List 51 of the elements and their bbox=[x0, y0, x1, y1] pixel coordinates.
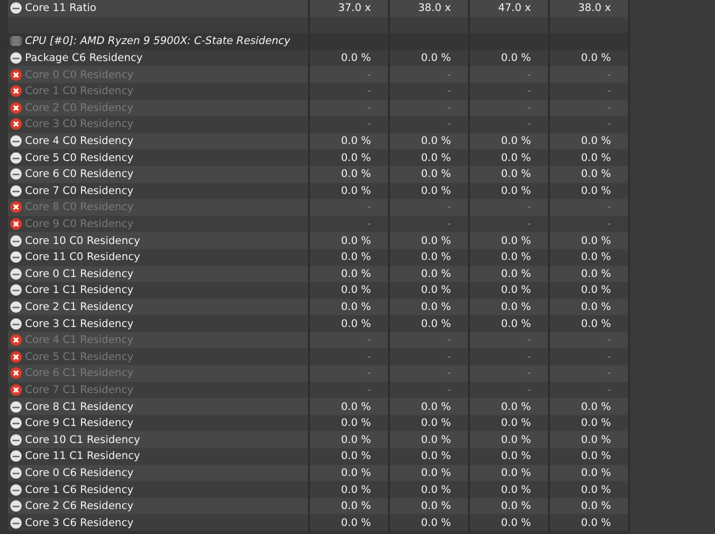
sensor-name: Core 11 Ratio bbox=[25, 2, 96, 14]
sensor-name: Core 11 C0 Residency bbox=[25, 251, 140, 264]
sensor-name: Core 1 C0 Residency bbox=[25, 85, 134, 98]
sensor-name: Core 8 C1 Residency bbox=[25, 400, 134, 413]
sensor-name: Core 2 C6 Residency bbox=[25, 500, 134, 512]
sensor-name: Core 9 C0 Residency bbox=[25, 218, 134, 230]
sensor-row[interactable]: Core 3 C6 Residency 0.0 % 0.0 % 0.0 % 0.0 % bbox=[8, 514, 630, 531]
sensor-row[interactable]: Core 10 C0 Residency 0.0 % 0.0 % 0.0 % 0.0 % bbox=[8, 232, 630, 249]
sensor-row[interactable]: Core 5 C0 Residency 0.0 % 0.0 % 0.0 % 0.0 % bbox=[8, 149, 630, 166]
sensor-name: Core 11 C1 Residency bbox=[25, 450, 140, 462]
sensor-row[interactable]: Core 9 C1 Residency 0.0 % 0.0 % 0.0 % 0.0 % bbox=[8, 414, 630, 432]
value-cell: 0.0 % bbox=[470, 514, 550, 531]
sensor-name: Core 7 C0 Residency bbox=[25, 184, 134, 197]
value-cell: 0.0 % bbox=[550, 514, 630, 531]
sensor-name: Core 2 C1 Residency bbox=[25, 300, 134, 313]
sensor-name: Core 10 C0 Residency bbox=[25, 234, 140, 247]
sensor-row[interactable]: Package C6 Residency 0.0 % 0.0 % 0.0 % 0.0 % bbox=[8, 50, 630, 66]
sensor-row[interactable]: Core 11 Ratio 37.0 x 38.0 x 47.0 x 38.0 x bbox=[8, 0, 630, 17]
sensor-name: Package C6 Residency bbox=[25, 52, 143, 64]
sensor-name: Core 9 C1 Residency bbox=[25, 417, 134, 430]
group-heading: CPU [#0]: AMD Ryzen 9 5900X: C-State Residency bbox=[25, 35, 290, 48]
sensor-row[interactable]: Core 1 C6 Residency 0.0 % 0.0 % 0.0 % 0.0 % bbox=[8, 481, 630, 498]
sensor-name: Core 1 C1 Residency bbox=[25, 284, 134, 296]
sensor-name: Core 0 C1 Residency bbox=[25, 268, 134, 280]
sensor-name: Core 3 C1 Residency bbox=[25, 318, 134, 330]
sensor-row[interactable]: Core 7 C0 Residency 0.0 % 0.0 % 0.0 % 0.0 % bbox=[8, 182, 630, 200]
value-cell: 0.0 % bbox=[390, 514, 470, 531]
sensor-row[interactable]: Core 10 C1 Residency 0.0 % 0.0 % 0.0 % 0.0 % bbox=[8, 431, 630, 448]
sensor-name: Core 3 C0 Residency bbox=[25, 118, 134, 130]
sensor-row[interactable]: Core 0 C6 Residency 0.0 % 0.0 % 0.0 % 0.0 % bbox=[8, 464, 630, 482]
sensor-row[interactable]: Core 4 C0 Residency 0.0 % 0.0 % 0.0 % 0.0 % bbox=[8, 132, 630, 150]
sensor-name: Core 4 C0 Residency bbox=[25, 135, 134, 148]
sensor-row[interactable]: Core 1 C1 Residency 0.0 % 0.0 % 0.0 % 0.0 % bbox=[8, 282, 630, 299]
value-cell: 0.0 % bbox=[310, 514, 390, 531]
sensor-row[interactable]: Core 2 C6 Residency 0.0 % 0.0 % 0.0 % 0.0 % bbox=[8, 498, 630, 514]
sensor-row[interactable]: Core 0 C1 Residency 0.0 % 0.0 % 0.0 % 0.0 % bbox=[8, 266, 630, 282]
sensor-row[interactable]: Core 8 C1 Residency 0.0 % 0.0 % 0.0 % 0.0 % bbox=[8, 398, 630, 415]
sensor-row[interactable]: Core 6 C0 Residency 0.0 % 0.0 % 0.0 % 0.0 % bbox=[8, 166, 630, 183]
sensor-name: Core 5 C1 Residency bbox=[25, 350, 134, 363]
sensor-name: Core 5 C0 Residency bbox=[25, 152, 134, 164]
sensor-row[interactable]: Core 2 C1 Residency 0.0 % 0.0 % 0.0 % 0.0 % bbox=[8, 298, 630, 316]
sensor-row[interactable]: Core 11 C1 Residency 0.0 % 0.0 % 0.0 % 0.0 % bbox=[8, 448, 630, 465]
sensor-row[interactable]: Core 11 C0 Residency 0.0 % 0.0 % 0.0 % 0.0 % bbox=[8, 248, 630, 266]
sensor-name: Core 6 C0 Residency bbox=[25, 168, 134, 180]
chip-icon bbox=[10, 35, 22, 48]
sensor-name: Core 7 C1 Residency bbox=[25, 384, 134, 396]
sensor-name: Core 3 C6 Residency bbox=[25, 516, 134, 529]
sensor-row[interactable]: Core 3 C1 Residency 0.0 % 0.0 % 0.0 % 0.0 % bbox=[8, 315, 630, 332]
sensor-name: Core 10 C1 Residency bbox=[25, 434, 140, 446]
sensor-name: Core 0 C6 Residency bbox=[25, 466, 134, 479]
sensor-name: Core 1 C6 Residency bbox=[25, 484, 134, 496]
